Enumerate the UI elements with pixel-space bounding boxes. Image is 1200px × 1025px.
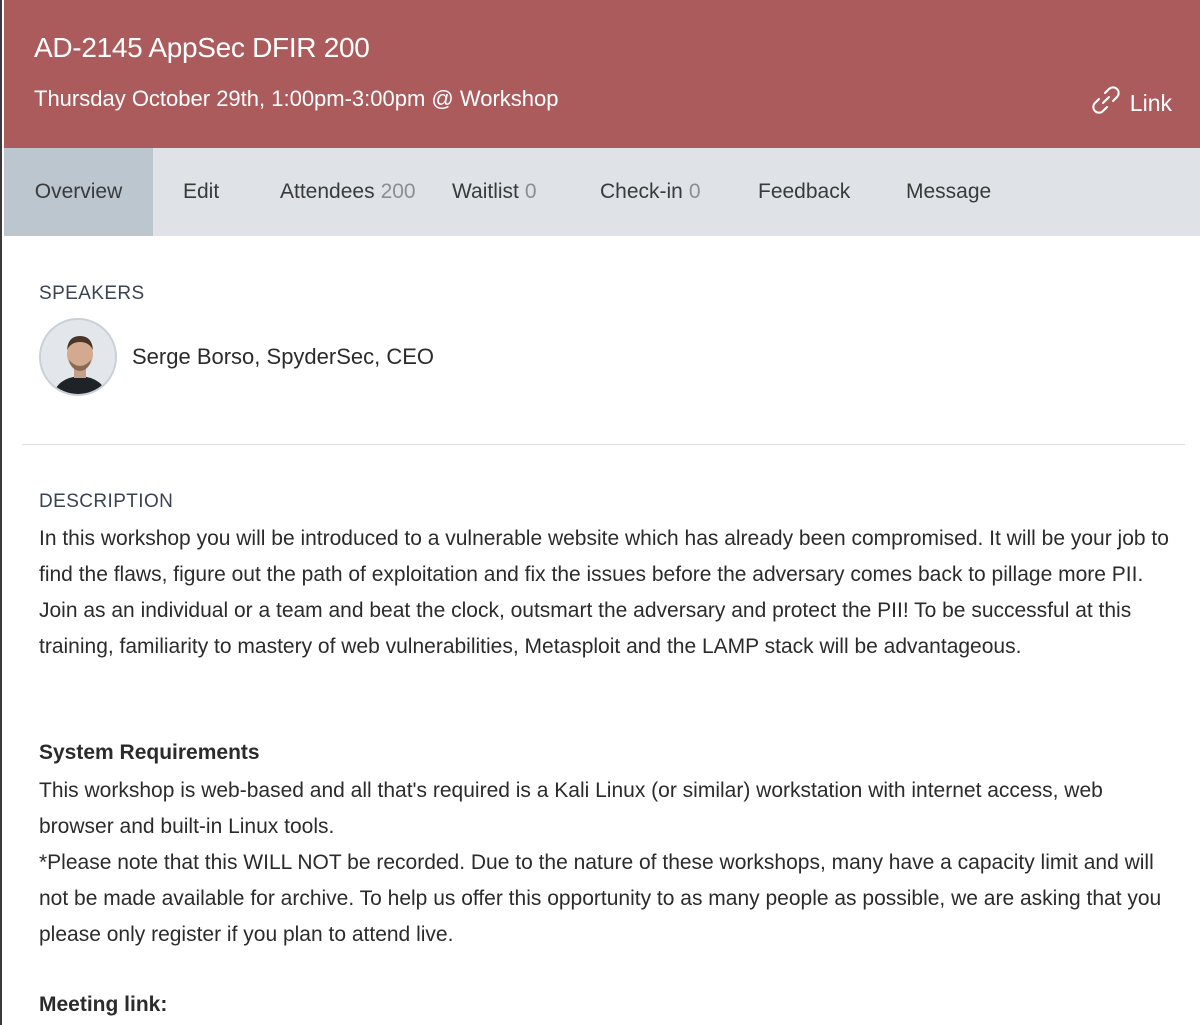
event-title: AD-2145 AppSec DFIR 200	[34, 32, 370, 63]
tab-feedback[interactable]: Feedback	[758, 148, 850, 236]
event-page: AD-2145 AppSec DFIR 200 Thursday October…	[0, 0, 1200, 1025]
description-heading: DESCRIPTION	[39, 491, 174, 512]
system-requirements-body: This workshop is web-based and all that'…	[39, 779, 1103, 838]
event-header: AD-2145 AppSec DFIR 200 Thursday October…	[4, 0, 1200, 148]
speakers-heading: SPEAKERS	[39, 283, 145, 304]
system-requirements-heading: System Requirements	[39, 741, 260, 764]
link-button[interactable]: Link	[1090, 84, 1172, 122]
recording-note: *Please note that this WILL NOT be recor…	[39, 851, 1162, 946]
description-body: In this workshop you will be introduced …	[39, 527, 1169, 658]
check-in-count: 0	[688, 180, 701, 203]
attendees-count: 200	[380, 180, 416, 203]
link-label: Link	[1129, 89, 1172, 116]
tab-label: Message	[906, 180, 992, 203]
tab-message[interactable]: Message	[906, 148, 991, 236]
divider	[22, 444, 1185, 445]
tab-label: Feedback	[758, 180, 851, 203]
tab-label: Check-in	[600, 180, 683, 203]
tab-label: Waitlist	[452, 180, 519, 203]
tab-waitlist[interactable]: Waitlist 0	[452, 148, 537, 236]
link-icon	[1090, 84, 1130, 122]
meeting-link-heading: Meeting link:	[39, 993, 168, 1016]
tab-edit[interactable]: Edit	[183, 148, 219, 236]
tab-overview[interactable]: Overview	[4, 148, 153, 236]
tab-bar: Overview Edit Attendees 200 Waitlist 0 C…	[4, 148, 1200, 236]
tab-check-in[interactable]: Check-in 0	[600, 148, 701, 236]
tab-label: Attendees	[280, 180, 375, 203]
waitlist-count: 0	[524, 180, 537, 203]
speaker-name[interactable]: Serge Borso, SpyderSec, CEO	[132, 344, 434, 370]
tab-label: Edit	[183, 180, 220, 203]
tab-attendees[interactable]: Attendees 200	[280, 148, 416, 236]
avatar[interactable]	[39, 318, 117, 396]
event-datetime-location: Thursday October 29th, 1:00pm-3:00pm @ W…	[34, 86, 559, 111]
tab-label: Overview	[34, 180, 123, 203]
